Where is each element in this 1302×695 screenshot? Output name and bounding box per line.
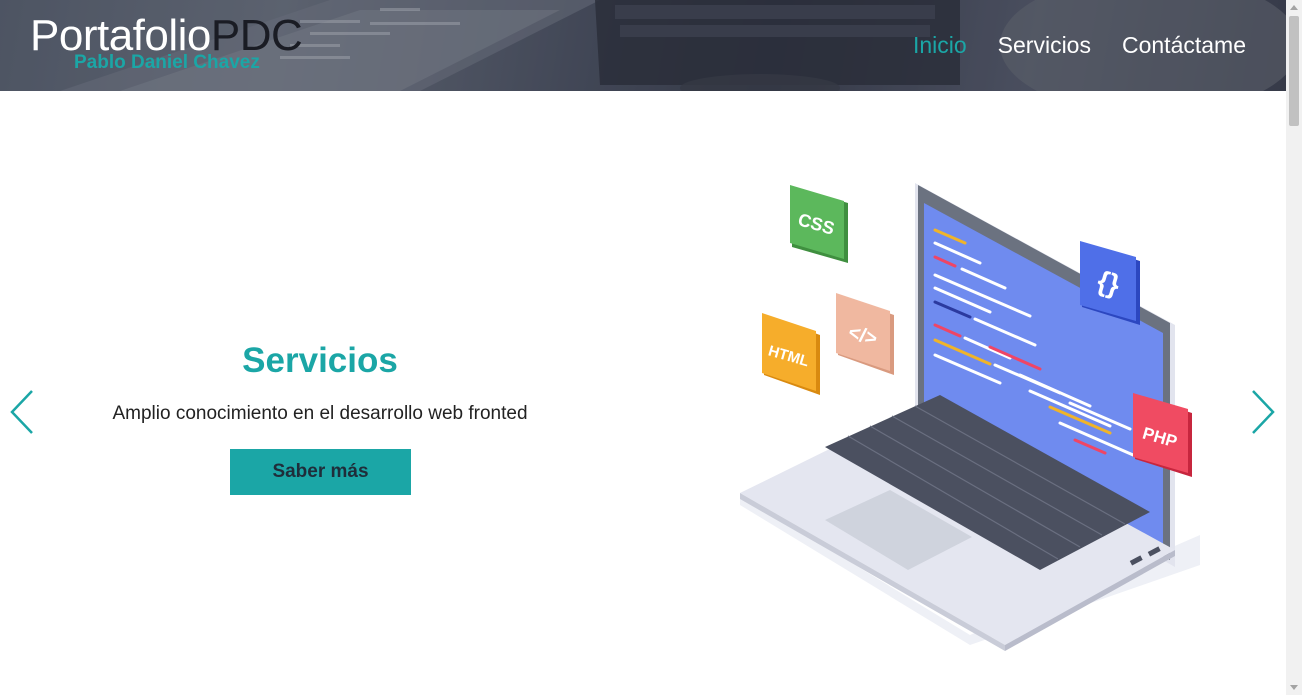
scroll-up-arrow-icon[interactable] (1290, 5, 1298, 10)
logo-subtitle: Pablo Daniel Chavez (74, 52, 260, 73)
css-badge: CSS (790, 185, 848, 263)
html-badge: HTML (762, 313, 820, 395)
nav-link-servicios[interactable]: Servicios (998, 30, 1091, 60)
carousel-prev-chevron-left-icon[interactable] (8, 388, 38, 438)
site-header: PortafolioPDC Pablo Daniel Chavez Inicio… (0, 0, 1286, 91)
code-tag-badge: </> (836, 293, 894, 375)
scroll-thumb[interactable] (1289, 16, 1299, 126)
scroll-down-arrow-icon[interactable] (1290, 685, 1298, 690)
main-nav: Inicio Servicios Contáctame (913, 30, 1246, 60)
laptop-illustration: CSS </> HTML {} PHP (740, 183, 1200, 651)
nav-link-contactame[interactable]: Contáctame (1122, 30, 1246, 60)
slide-caption: Servicios Amplio conocimiento en el desa… (60, 340, 580, 426)
carousel-next-chevron-right-icon[interactable] (1248, 388, 1278, 438)
site-logo[interactable]: PortafolioPDC Pablo Daniel Chavez (30, 12, 330, 82)
nav-link-inicio[interactable]: Inicio (913, 30, 967, 60)
slide-title: Servicios (242, 341, 398, 380)
saber-mas-button[interactable]: Saber más (230, 449, 411, 495)
slide-description: Amplio conocimiento en el desarrollo web… (112, 403, 528, 424)
page-scrollbar[interactable] (1286, 0, 1302, 695)
